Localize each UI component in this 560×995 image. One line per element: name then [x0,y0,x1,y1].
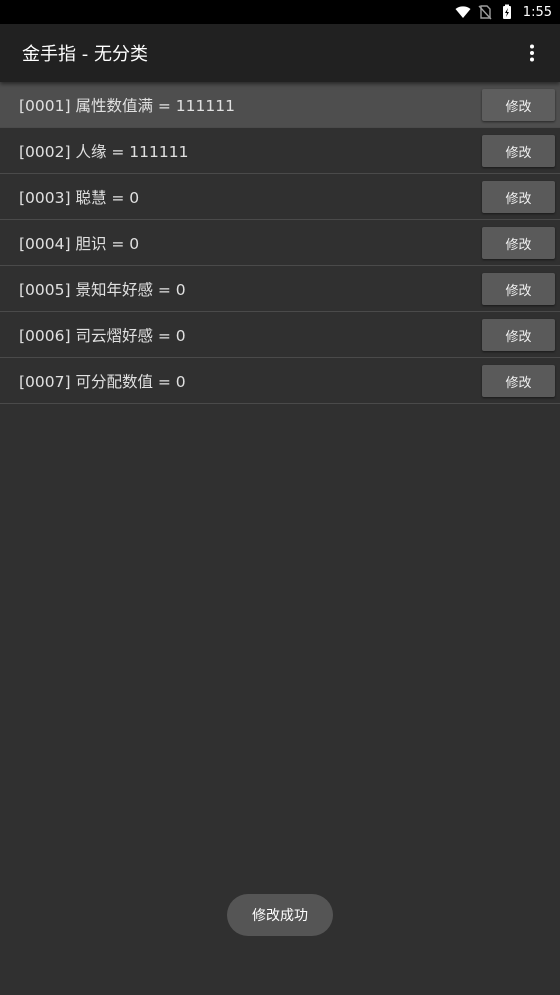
edit-button[interactable]: 修改 [482,181,555,213]
edit-button[interactable]: 修改 [482,365,555,397]
list-item-label: [0003] 聪慧 = 0 [19,188,140,207]
list-item-label: [0001] 属性数值满 = 111111 [19,96,235,115]
edit-button[interactable]: 修改 [482,89,555,121]
list-item[interactable]: [0007] 可分配数值 = 0 修改 [0,358,560,404]
list-item[interactable]: [0006] 司云熠好感 = 0 修改 [0,312,560,358]
list-item-label: [0006] 司云熠好感 = 0 [19,326,186,345]
list-item[interactable]: [0002] 人缘 = 111111 修改 [0,128,560,174]
edit-button[interactable]: 修改 [482,227,555,259]
status-bar: 1:55 [0,0,560,24]
edit-button[interactable]: 修改 [482,273,555,305]
list-item-label: [0005] 景知年好感 = 0 [19,280,186,299]
toast-message: 修改成功 [227,894,333,936]
app-bar: 金手指 - 无分类 [0,24,560,82]
cheat-list: [0001] 属性数值满 = 111111 修改 [0002] 人缘 = 111… [0,82,560,404]
edit-button[interactable]: 修改 [482,319,555,351]
no-sim-icon [478,5,492,20]
battery-charging-icon [502,4,511,19]
list-item-label: [0004] 胆识 = 0 [19,234,140,253]
more-vert-icon[interactable] [522,43,542,63]
list-item[interactable]: [0001] 属性数值满 = 111111 修改 [0,82,560,128]
list-item[interactable]: [0003] 聪慧 = 0 修改 [0,174,560,220]
list-item-label: [0002] 人缘 = 111111 [19,142,189,161]
edit-button[interactable]: 修改 [482,135,555,167]
status-time: 1:55 [522,4,552,20]
list-item-label: [0007] 可分配数值 = 0 [19,372,186,391]
page-title: 金手指 - 无分类 [22,44,148,65]
wifi-icon [455,6,471,18]
list-item[interactable]: [0005] 景知年好感 = 0 修改 [0,266,560,312]
list-item[interactable]: [0004] 胆识 = 0 修改 [0,220,560,266]
